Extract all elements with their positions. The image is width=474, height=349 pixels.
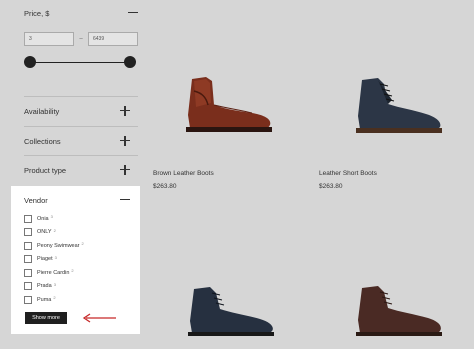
product-image[interactable] [180,285,280,337]
filter-product-type-label: Product type [24,165,67,175]
vendor-option-pierre-cardin[interactable]: Pierre Cardin 2 [24,266,84,280]
vendor-option-count: 3 [53,281,56,287]
vendor-option-label: Pierre Cardin [37,269,70,276]
filter-availability-label: Availability [24,106,60,116]
checkbox[interactable] [24,241,32,250]
product-title[interactable]: Leather Short Boots [319,170,377,177]
checkbox[interactable] [24,214,32,223]
vendor-option-count: 2 [81,241,84,247]
price-min-input[interactable] [24,32,74,46]
filter-collections[interactable]: Collections [24,136,130,146]
vendor-option-label: Piaget [37,256,53,263]
price-separator: – [79,36,83,42]
vendor-option-piaget[interactable]: Piaget 3 [24,253,84,267]
price-range-inputs: – [24,32,138,46]
vendor-option-label: Puma [37,296,52,303]
expand-icon[interactable] [120,136,130,146]
price-filter-label: Price, $ [24,8,50,18]
vendor-option-prada[interactable]: Prada 3 [24,280,84,294]
collapse-icon[interactable] [128,8,138,18]
divider [24,126,138,127]
divider [24,96,138,97]
product-image[interactable] [348,284,448,338]
vendor-option-count: 3 [50,214,53,220]
price-slider-min-handle[interactable] [24,56,36,68]
filter-availability[interactable]: Availability [24,106,130,116]
vendor-list: Onia 3 ONLY 2 Peony Swimwear 2 Piaget 3 … [24,212,84,307]
price-slider-max-handle[interactable] [124,56,136,68]
vendor-option-count: 2 [53,295,56,301]
checkbox[interactable] [24,268,32,277]
annotation-arrow-icon [82,313,116,323]
vendor-option-label: Prada [37,283,52,290]
price-slider-track [30,61,130,63]
vendor-option-label: Peony Swimwear [37,242,80,249]
divider [24,155,138,156]
vendor-filter-header[interactable]: Vendor [24,195,130,205]
vendor-filter-panel: Vendor Onia 3 ONLY 2 Peony Swimwear 2 Pi… [11,186,140,334]
checkbox[interactable] [24,228,32,237]
collapse-icon[interactable] [120,195,130,205]
vendor-option-count: 2 [71,268,74,274]
filter-collections-label: Collections [24,136,61,146]
vendor-option-label: ONLY [37,229,52,236]
vendor-option-puma[interactable]: Puma 2 [24,293,84,307]
price-filter: Price, $ – [24,6,138,68]
price-slider[interactable] [24,56,136,68]
vendor-option-count: 2 [53,227,56,233]
product-price: $263.80 [319,183,343,190]
filter-product-type[interactable]: Product type [24,165,130,175]
expand-icon[interactable] [120,165,130,175]
product-title[interactable]: Brown Leather Boots [153,170,214,177]
vendor-option-count: 3 [54,254,57,260]
show-more-button[interactable]: Show more [25,312,67,324]
product-price: $263.80 [153,183,177,190]
expand-icon[interactable] [120,106,130,116]
vendor-option-only[interactable]: ONLY 2 [24,226,84,240]
vendor-option-peony-swimwear[interactable]: Peony Swimwear 2 [24,239,84,253]
vendor-filter-label: Vendor [24,195,48,205]
price-max-input[interactable] [88,32,138,46]
product-image[interactable] [348,76,448,134]
checkbox[interactable] [24,282,32,291]
vendor-option-onia[interactable]: Onia 3 [24,212,84,226]
vendor-option-label: Onia [37,215,49,222]
checkbox[interactable] [24,255,32,264]
checkbox[interactable] [24,295,32,304]
product-image[interactable] [180,75,280,133]
price-filter-header[interactable]: Price, $ [24,6,138,20]
